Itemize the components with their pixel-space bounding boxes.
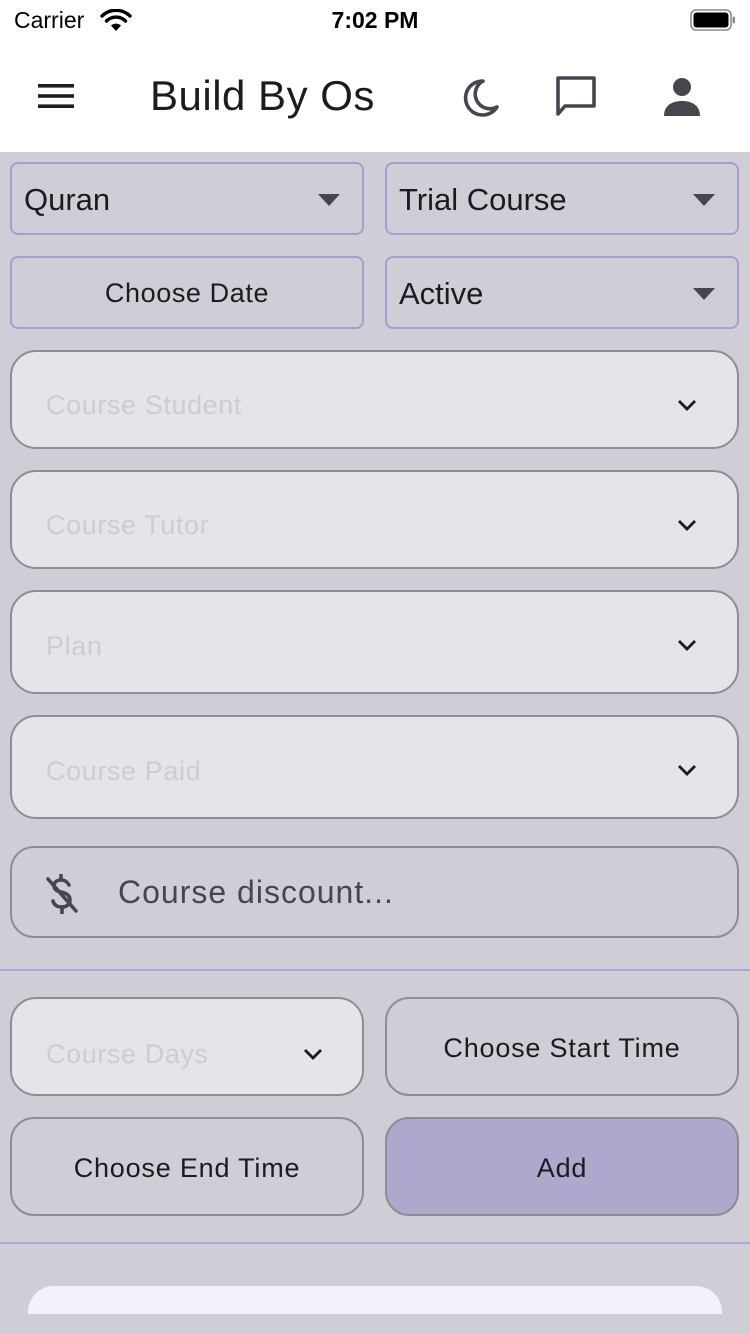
section-divider (0, 969, 750, 971)
course-student-dropdown[interactable]: Course Student (10, 350, 739, 449)
dropdown-arrow-icon (693, 194, 715, 206)
course-type-select[interactable]: Trial Course (385, 162, 739, 235)
chevron-down-icon (678, 400, 696, 411)
menu-icon[interactable] (36, 80, 76, 112)
status-select[interactable]: Active (385, 256, 739, 329)
add-label: Add (536, 1153, 588, 1183)
subject-select[interactable]: Quran (10, 162, 364, 235)
subject-select-value: Quran (24, 182, 111, 217)
dropdown-arrow-icon (693, 288, 715, 300)
section-divider (0, 1242, 750, 1244)
course-discount-field (10, 846, 739, 938)
choose-date-button[interactable]: Choose Date (10, 256, 364, 329)
add-button[interactable]: Add (385, 1117, 739, 1216)
money-off-icon (46, 874, 78, 914)
course-tutor-placeholder: Course Tutor (46, 510, 210, 540)
status-select-value: Active (399, 276, 484, 311)
bottom-background (0, 1314, 750, 1334)
choose-start-time-button[interactable]: Choose Start Time (385, 997, 739, 1096)
dropdown-arrow-icon (318, 194, 340, 206)
app-bar: Build By Os (0, 42, 750, 152)
chevron-down-icon (678, 765, 696, 776)
choose-date-label: Choose Date (104, 278, 270, 308)
course-student-placeholder: Course Student (46, 390, 243, 420)
choose-start-time-label: Choose Start Time (443, 1033, 681, 1063)
course-days-dropdown[interactable]: Course Days (10, 997, 364, 1096)
chevron-down-icon (678, 520, 696, 531)
plan-placeholder: Plan (46, 631, 103, 661)
chevron-down-icon (304, 1049, 322, 1060)
chat-icon[interactable] (552, 74, 600, 120)
course-days-placeholder: Course Days (46, 1039, 209, 1069)
battery-icon (690, 9, 735, 31)
plan-dropdown[interactable]: Plan (10, 590, 739, 694)
course-tutor-dropdown[interactable]: Course Tutor (10, 470, 739, 569)
app-title: Build By Os (150, 72, 375, 119)
person-icon[interactable] (660, 76, 704, 118)
status-time: 7:02 PM (331, 7, 419, 33)
course-discount-input[interactable] (118, 870, 698, 914)
course-type-select-value: Trial Course (399, 182, 567, 217)
course-paid-dropdown[interactable]: Course Paid (10, 715, 739, 819)
course-paid-placeholder: Course Paid (46, 756, 202, 786)
choose-end-time-button[interactable]: Choose End Time (10, 1117, 364, 1216)
moon-icon[interactable] (458, 76, 502, 120)
choose-end-time-label: Choose End Time (73, 1153, 301, 1183)
status-bar: Carrier 7:02 PM (0, 0, 750, 42)
chevron-down-icon (678, 640, 696, 651)
